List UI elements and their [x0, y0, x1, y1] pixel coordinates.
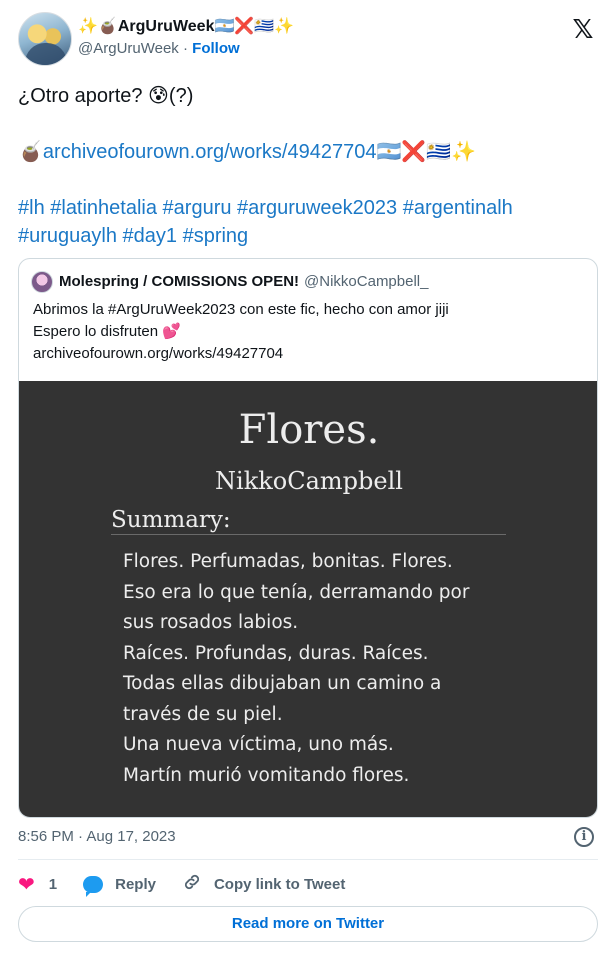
summary-line: Una nueva víctima, uno más.: [123, 734, 394, 755]
summary-line: sus rosados labios.: [123, 612, 299, 633]
summary-line: Todas ellas dibujaban un camino a: [123, 673, 442, 694]
quoted-tweet-header: Molespring / COMISSIONS OPEN! @NikkoCamp…: [31, 271, 428, 293]
quoted-text-link: archiveofourown.org/works/49427704: [33, 345, 284, 362]
divider: [18, 859, 598, 860]
copy-link-label: Copy link to Tweet: [213, 875, 346, 893]
author-handle-line: @ArgUruWeek · Follow: [78, 38, 294, 60]
quoted-author-handle: @NikkoCampbell_: [304, 273, 429, 290]
like-count: 1: [48, 875, 58, 893]
image-author: NikkoCampbell: [215, 467, 403, 495]
image-title: Flores.: [238, 407, 380, 453]
quoted-author-avatar: [31, 271, 53, 293]
hashtags-line-2[interactable]: #uruguaylh #day1 #spring: [18, 222, 598, 250]
handle-separator: ·: [182, 40, 188, 57]
quoted-author-name: Molespring / COMISSIONS OPEN!: [59, 273, 300, 290]
info-icon[interactable]: i: [574, 827, 594, 847]
x-logo-icon[interactable]: 𝕏: [570, 16, 596, 42]
author-handle[interactable]: @ArgUruWeek: [78, 40, 179, 57]
image-summary-divider: [111, 534, 506, 535]
quoted-tweet-image[interactable]: Flores. NikkoCampbell Summary: Flores. P…: [19, 381, 597, 817]
tweet-text: ¿Otro aporte? 😰(?) 🧉archiveofourown.org/…: [18, 82, 598, 250]
copy-link-button[interactable]: Copy link to Tweet: [182, 872, 345, 897]
quoted-tweet-text: Abrimos la #ArgUruWeek2023 con este fic,…: [33, 299, 449, 365]
tweet-link[interactable]: archiveofourown.org/works/49427704: [43, 141, 377, 163]
quoted-text-line-1: Abrimos la #ArgUruWeek2023 con este fic,…: [33, 301, 449, 318]
tweet-timestamp[interactable]: 8:56 PM · Aug 17, 2023: [18, 827, 176, 847]
action-bar: ❤ 1 Reply Copy link to Tweet: [18, 872, 371, 897]
summary-line: Eso era lo que tenía, derramando por: [123, 581, 470, 603]
hashtags-line-1[interactable]: #lh #latinhetalia #arguru #arguruweek202…: [18, 194, 598, 222]
summary-line: Raíces. Profundas, duras. Raíces.: [123, 642, 429, 664]
heart-icon: ❤: [18, 873, 35, 896]
tweet-line-1: ¿Otro aporte? 😰(?): [18, 85, 194, 107]
flags-emoji: 🇦🇷❌🇺🇾✨: [376, 141, 477, 163]
reply-bubble-icon: [83, 876, 104, 897]
like-button[interactable]: ❤ 1: [18, 874, 57, 896]
summary-line: Flores. Perfumadas, bonitas. Flores.: [123, 551, 453, 572]
read-more-button[interactable]: Read more on Twitter: [18, 906, 598, 942]
summary-line: través de su piel.: [123, 703, 283, 725]
summary-line: Martín murió vomitando flores.: [123, 764, 410, 786]
quoted-tweet[interactable]: Molespring / COMISSIONS OPEN! @NikkoCamp…: [18, 258, 598, 818]
image-summary-text: Flores. Perfumadas, bonitas. Flores. Eso…: [123, 547, 469, 791]
link-icon: [182, 872, 202, 897]
tweet-link-line: 🧉archiveofourown.org/works/49427704🇦🇷❌🇺🇾…: [18, 138, 598, 166]
tweet-card: ✨🧉ArgUruWeek🇦🇷❌🇺🇾✨ @ArgUruWeek · Follow …: [0, 0, 616, 960]
author-avatar[interactable]: [18, 12, 72, 66]
reply-label: Reply: [115, 875, 156, 893]
follow-button[interactable]: Follow: [192, 40, 240, 57]
mate-emoji: 🧉: [18, 141, 43, 163]
author-display-name[interactable]: ✨🧉ArgUruWeek🇦🇷❌🇺🇾✨: [78, 16, 294, 38]
reply-button[interactable]: Reply: [83, 874, 156, 897]
image-summary-label: Summary:: [111, 507, 231, 533]
quoted-text-line-2: Espero lo disfruten 💕: [33, 323, 181, 340]
author-block: ✨🧉ArgUruWeek🇦🇷❌🇺🇾✨ @ArgUruWeek · Follow: [78, 16, 294, 60]
